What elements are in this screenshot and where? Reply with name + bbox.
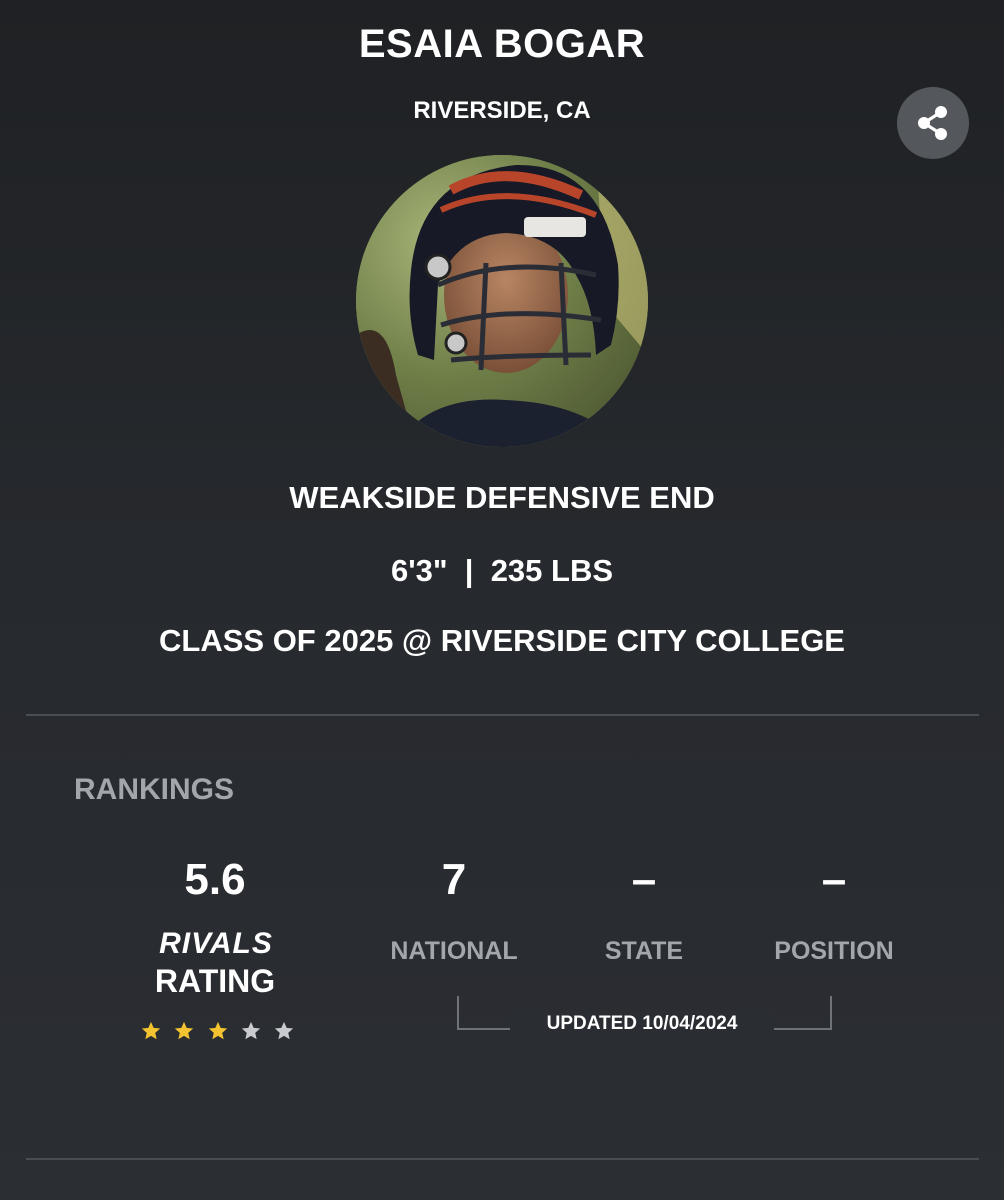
rivals-logo-text: RIVALS [159, 927, 273, 957]
star-filled-icon [175, 1021, 194, 1040]
rankings-updated-date: UPDATED 10/04/2024 [510, 1011, 774, 1037]
position-rank-label: POSITION [774, 937, 894, 965]
rankings-heading: RANKINGS [74, 773, 235, 806]
star-empty-icon [241, 1021, 260, 1040]
rating-label: RATING [154, 963, 276, 999]
position-rank-value: – [821, 855, 847, 904]
state-rank-value: – [631, 855, 657, 904]
star-empty-icon [274, 1021, 294, 1040]
rivals-rating-value: 5.6 [184, 855, 246, 904]
national-rank-value: 7 [441, 855, 467, 904]
section-divider-bottom [26, 1158, 979, 1160]
state-rank-label: STATE [604, 937, 684, 965]
player-profile-page: ESAIA BOGAR RIVERSIDE, CA WEAKSIDE DEFEN… [0, 0, 1004, 1200]
star-rating [140, 1020, 295, 1046]
national-rank-label: NATIONAL [390, 937, 518, 965]
star-filled-icon [141, 1021, 161, 1040]
rivals-logo: RIVALS [159, 927, 273, 957]
star-filled-icon [208, 1021, 227, 1040]
